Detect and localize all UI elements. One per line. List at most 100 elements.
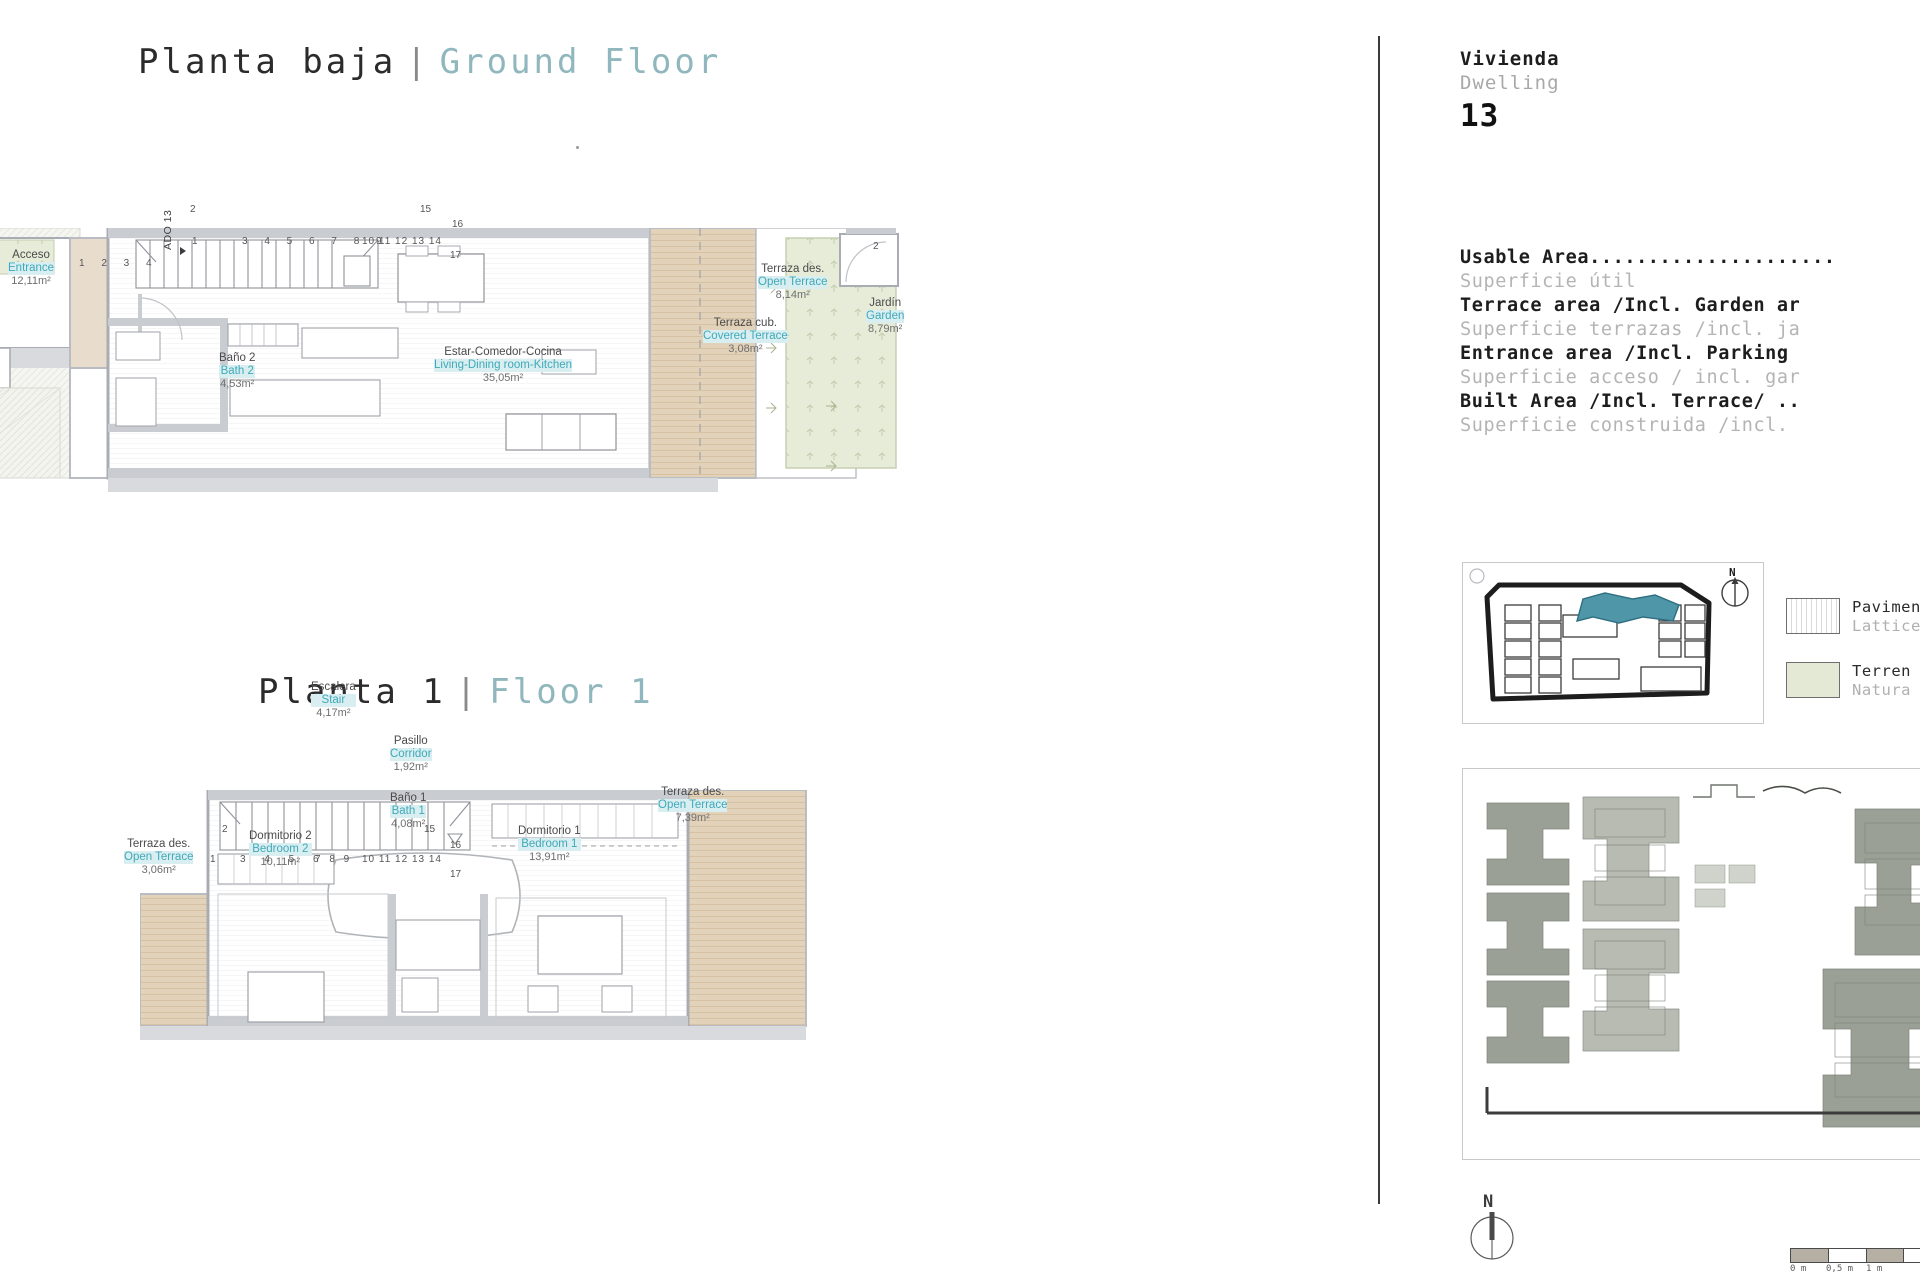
legend: Pavimen Lattice Terren Natura — [1786, 598, 1920, 726]
panel-divider — [1378, 36, 1380, 1204]
room-es: Acceso — [12, 249, 50, 261]
stair-step-numbers: 7 8 9 — [315, 854, 353, 865]
stair-step-numbers: 10 11 12 13 14 — [362, 854, 442, 865]
stair-step-number: 17 — [450, 869, 462, 880]
room-area: 8,14m² — [775, 288, 810, 301]
stair-step-number: 16 — [450, 840, 462, 851]
dwelling-number: 13 — [1460, 98, 1500, 135]
scale-segment — [1866, 1249, 1905, 1262]
room-es: Jardín — [869, 297, 902, 309]
room-es: Baño 1 — [390, 792, 427, 804]
room-es: Terraza des. — [761, 263, 825, 275]
room-en: Open Terrace — [758, 275, 828, 289]
title-ground-en: Ground Floor — [439, 42, 722, 82]
room-es: Terraza cub. — [713, 317, 778, 329]
stair-step-number: 15 — [424, 824, 436, 835]
room-en: Bedroom 1 — [518, 837, 581, 851]
door-numbers: 1 2 3 4 — [79, 258, 159, 269]
legend-item-lattice: Pavimen Lattice — [1786, 598, 1920, 636]
scale-segment — [1791, 1249, 1829, 1262]
room-es: Terraza des. — [127, 838, 191, 850]
area-row-built-es: Superficie construida /incl. — [1460, 415, 1789, 437]
room-es: Dormitorio 2 — [249, 830, 312, 842]
area-row-usable-es: Superficie útil — [1460, 271, 1637, 293]
scale-tick-2: 1 m — [1866, 1264, 1883, 1274]
legend-swatch-lattice-icon — [1786, 598, 1840, 634]
registration-dot — [576, 146, 579, 149]
scale-segment — [1829, 1249, 1867, 1262]
stair-step-number: 1 — [192, 236, 198, 247]
door-number: 2 — [873, 241, 879, 252]
room-en: Entrance — [8, 261, 55, 275]
area-row-usable-en: Usable Area..................... — [1460, 247, 1836, 268]
stair-step-number: 16 — [452, 219, 464, 230]
stair-step-number: 1 — [210, 854, 216, 865]
scale-tick-1: 0,5 m — [1826, 1264, 1854, 1274]
scale-segment — [1904, 1249, 1920, 1262]
room-es: Escalera — [311, 681, 356, 693]
room-area: 4,08m² — [391, 817, 426, 830]
room-area: 3,06m² — [141, 863, 176, 876]
page-title-ground-floor: Planta baja | Ground Floor — [138, 42, 721, 82]
room-label-bath-2: Baño 2 Bath 2 4,53m² — [219, 352, 256, 390]
room-label-open-terrace-left: Terraza des. Open Terrace 3,06m² — [124, 838, 194, 876]
room-label-bedroom-1: Dormitorio 1 Bedroom 1 13,91m² — [518, 825, 581, 863]
room-en: Bath 2 — [219, 364, 256, 378]
room-label-open-terrace-right: Terraza des. Open Terrace 7,39m² — [658, 786, 728, 824]
legend-item-natural-ground: Terren Natura — [1786, 661, 1920, 700]
room-area: 4,17m² — [316, 706, 351, 719]
title-separator: | — [455, 672, 480, 712]
room-en: Open Terrace — [124, 850, 194, 864]
room-area: 1,92m² — [393, 760, 428, 773]
room-es: Dormitorio 1 — [518, 825, 581, 837]
room-en: Open Terrace — [658, 798, 728, 812]
title-floor1-en: Floor 1 — [489, 672, 654, 712]
room-es: Baño 2 — [219, 352, 256, 364]
area-row-entrance-es: Superficie acceso / incl. gar — [1460, 367, 1801, 389]
dwelling-header: Vivienda Dwelling 13 — [1460, 48, 1560, 136]
stair-step-number: 17 — [450, 250, 462, 261]
area-row-terrace-es: Superficie terrazas /incl. ja — [1460, 319, 1801, 341]
floorplan-sheet: Planta baja | Ground Floor Planta 1 | Floor … — [0, 0, 1920, 1280]
legend-label-es: Pavimen — [1852, 598, 1920, 616]
stair-step-numbers: 3 4 5 6 — [240, 854, 327, 865]
room-es: Terraza des. — [661, 786, 725, 798]
room-label-bath-1: Baño 1 Bath 1 4,08m² — [390, 792, 427, 830]
area-row-built-en: Built Area /Incl. Terrace/ .. — [1460, 391, 1801, 413]
room-area: 35,05m² — [482, 371, 524, 384]
room-label-covered-terrace: Terraza cub. Covered Terrace 3,08m² — [703, 317, 788, 355]
room-en: Corridor — [390, 747, 432, 761]
room-area: 3,08m² — [728, 342, 763, 355]
legend-label-en: Natura — [1852, 680, 1911, 699]
stair-step-number: 2 — [222, 824, 228, 835]
svg-text:N: N — [1729, 566, 1736, 579]
title-ground-es: Planta baja — [138, 42, 397, 82]
dwelling-label-en: Dwelling — [1460, 71, 1560, 94]
site-plan[interactable] — [1462, 768, 1920, 1160]
room-en: Stair — [311, 693, 356, 707]
room-label-stair: Escalera Stair 4,17m² — [311, 681, 356, 719]
north-arrow-icon: N — [1721, 566, 1749, 607]
title-separator: | — [406, 42, 430, 82]
room-label-corridor: Pasillo Corridor 1,92m² — [390, 735, 432, 773]
area-row-entrance-en: Entrance area /Incl. Parking — [1460, 343, 1789, 365]
room-en: Covered Terrace — [703, 329, 788, 343]
area-row-terrace-en: Terrace area /Incl. Garden ar — [1460, 295, 1801, 317]
room-area: 13,91m² — [529, 850, 570, 863]
key-plan[interactable]: N — [1462, 562, 1764, 724]
stair-marker-ado: ADO 13 — [162, 209, 174, 250]
arrow-icon — [180, 247, 186, 255]
room-area: 8,79m² — [868, 322, 903, 335]
room-label-open-terrace-ground: Terraza des. Open Terrace 8,14m² — [758, 263, 828, 301]
room-en: Bath 1 — [390, 804, 427, 818]
room-area: 4,53m² — [220, 377, 255, 390]
room-en: Living-Dining room-Kitchen — [434, 358, 573, 372]
area-schedule: Usable Area..................... Superfi… — [1460, 246, 1836, 438]
scale-bar: 0 m 0,5 m 1 m — [1790, 1248, 1920, 1278]
legend-label-es: Terren — [1852, 661, 1911, 680]
stair-step-numbers: 10 11 12 13 14 — [362, 236, 442, 247]
stair-step-number: 15 — [420, 204, 432, 215]
stair-step-number: 2 — [190, 204, 196, 215]
room-label-garden: Jardín Garden 8,79m² — [866, 297, 905, 335]
room-es: Estar-Comedor-Cocina — [444, 346, 562, 358]
